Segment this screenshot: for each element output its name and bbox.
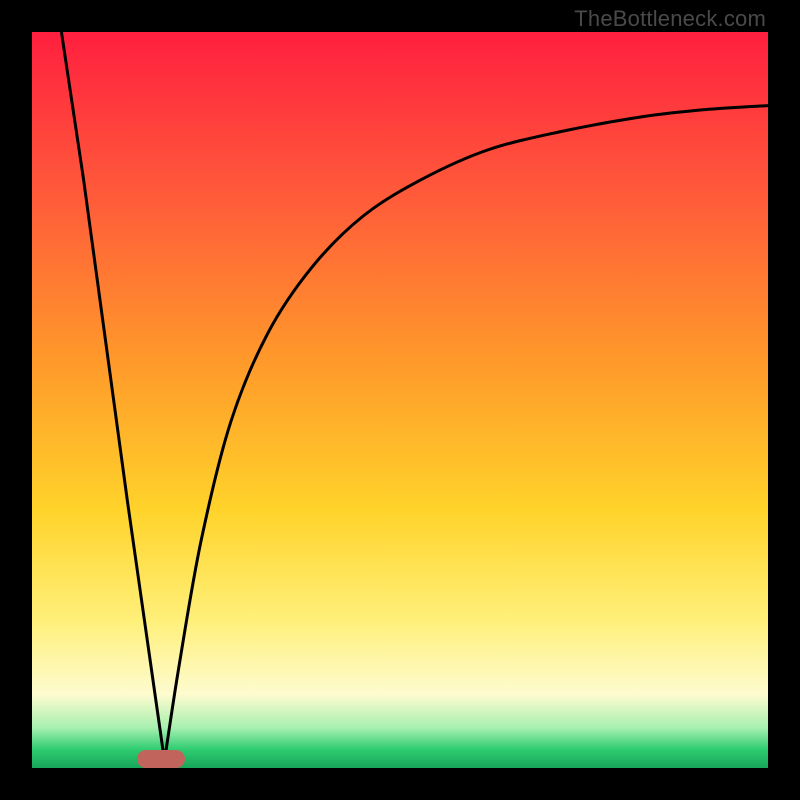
bottleneck-curve: [32, 32, 768, 768]
optimal-marker: [137, 750, 185, 768]
chart-frame: TheBottleneck.com: [0, 0, 800, 800]
watermark-text: TheBottleneck.com: [574, 6, 766, 32]
plot-area: [32, 32, 768, 768]
